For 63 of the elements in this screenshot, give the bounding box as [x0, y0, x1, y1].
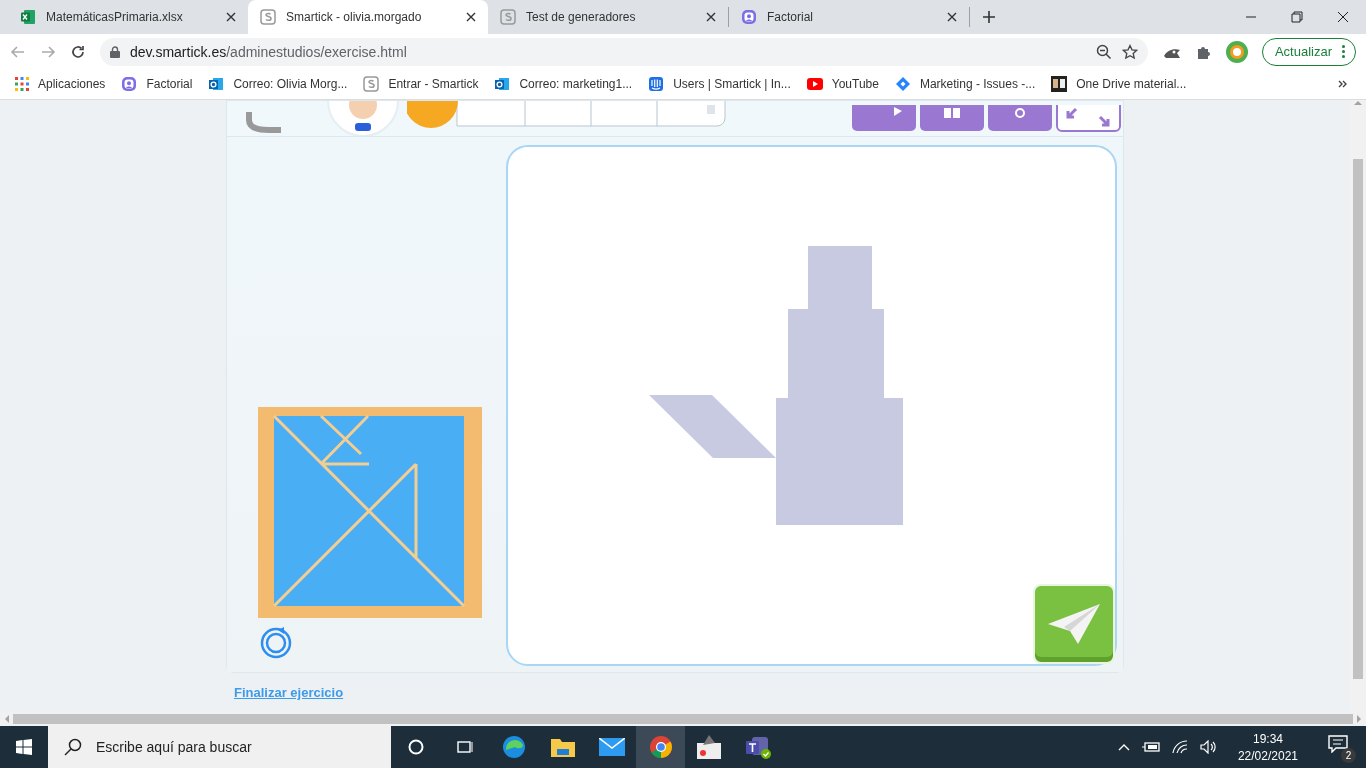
person-badge-icon: [741, 9, 757, 25]
mail-app-icon: [208, 76, 225, 92]
reload-icon[interactable]: [70, 43, 86, 60]
star-icon[interactable]: [1121, 43, 1138, 60]
mail-app-icon: [494, 76, 511, 92]
bookmark[interactable]: Marketing - Issues -...: [894, 76, 1036, 92]
bookmark[interactable]: One Drive material...: [1051, 76, 1187, 92]
paper-plane-icon: [1048, 604, 1100, 644]
bookmark[interactable]: Users | Smartick | In...: [648, 76, 791, 92]
wifi-icon[interactable]: [1171, 740, 1188, 754]
lock-icon: [110, 45, 120, 58]
close-icon[interactable]: [706, 12, 716, 22]
spreadsheet-icon: [20, 9, 36, 25]
chrome-browser-icon[interactable]: [648, 735, 673, 759]
update-button[interactable]: Actualizar: [1261, 37, 1356, 66]
scrollbar-thumb[interactable]: [1353, 159, 1363, 679]
new-tab-icon[interactable]: [982, 10, 996, 24]
person-badge-icon: [121, 76, 138, 92]
address-bar[interactable]: dev.smartick.es/adminestudios/exercise.html: [100, 37, 1148, 66]
clock[interactable]: 19:34 22/02/2021: [1229, 731, 1306, 763]
bookmark[interactable]: Correo: Olivia Morg...: [208, 76, 348, 92]
bookmark[interactable]: Correo: marketing1...: [494, 76, 633, 92]
browser-tab[interactable]: Factorial: [729, 0, 969, 34]
time-text: 19:34: [1252, 731, 1283, 746]
envelope-icon[interactable]: [598, 738, 625, 756]
browser-tab[interactable]: Test de generadores: [488, 0, 728, 34]
zoom-out-icon[interactable]: [1095, 43, 1112, 60]
apps-grid-icon: [15, 77, 29, 91]
folder-icon[interactable]: [550, 737, 575, 757]
windows-logo-icon[interactable]: [16, 739, 32, 755]
bookmark[interactable]: Aplicaciones: [15, 77, 106, 91]
date-text: 22/02/2021: [1237, 748, 1298, 763]
send-button[interactable]: [1033, 584, 1115, 664]
url-text: dev.smartick.es/adminestudios/exercise.html: [130, 43, 408, 60]
close-icon[interactable]: [466, 12, 476, 22]
search-placeholder: Escribe aquí para buscar: [96, 739, 252, 755]
notifications-icon[interactable]: [1328, 735, 1348, 753]
chat-bars-icon: [648, 76, 665, 92]
play-button-icon: [806, 78, 823, 90]
diamond-icon: [894, 76, 911, 92]
close-icon[interactable]: [226, 12, 236, 22]
paint-app-icon[interactable]: [696, 735, 723, 759]
folder-thumbnail-icon: [1051, 76, 1068, 92]
task-view-icon[interactable]: [455, 739, 474, 755]
speaker-icon[interactable]: [1199, 740, 1218, 754]
chevron-up-icon[interactable]: [1117, 743, 1130, 751]
more-icon[interactable]: [1342, 45, 1345, 58]
bookmark[interactable]: Entrar - Smartick: [363, 76, 479, 92]
search-icon: [64, 738, 82, 756]
scrollbar-thumb[interactable]: [13, 714, 1353, 724]
taskbar-search-field[interactable]: Escribe aquí para buscar: [48, 726, 391, 768]
notification-count: 2: [1341, 748, 1356, 763]
browser-tab[interactable]: MatemáticasPrimaria.xlsx: [8, 0, 248, 34]
chevron-double-right-icon[interactable]: [1338, 80, 1348, 88]
bookmark[interactable]: YouTube: [806, 77, 879, 91]
teams-app-icon[interactable]: [745, 735, 772, 759]
close-icon[interactable]: [947, 12, 957, 22]
bookmark[interactable]: Factorial: [121, 76, 193, 92]
browser-tab[interactable]: Smartick - olivia.morgado: [248, 0, 488, 34]
profile-avatar-icon[interactable]: [1225, 40, 1248, 63]
edge-browser-icon[interactable]: [501, 735, 526, 759]
circle-icon[interactable]: [407, 739, 424, 755]
battery-icon[interactable]: [1141, 741, 1160, 753]
